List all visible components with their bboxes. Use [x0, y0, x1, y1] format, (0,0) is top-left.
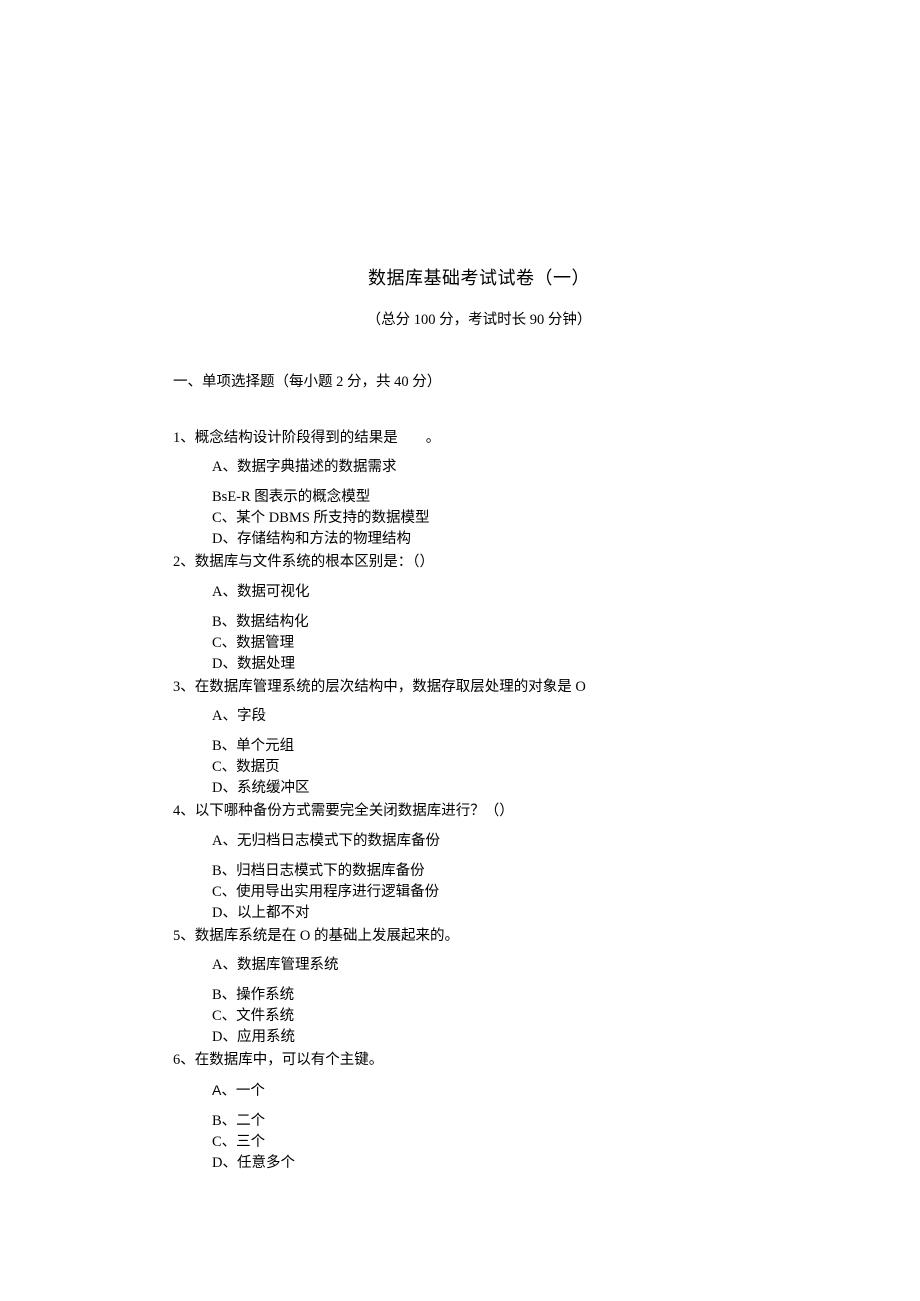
q4-option-d: D、以上都不对: [173, 903, 785, 924]
q6-a-text: 一个: [236, 1083, 265, 1099]
question-5: 5、数据库系统是在 O 的基础上发展起来的。 A、数据库管理系统 B、操作系统 …: [173, 926, 785, 1049]
question-1: 1、概念结构设计阶段得到的结果是 。 A、数据字典描述的数据需求 BsE-R 图表…: [173, 428, 785, 551]
q4-option-b: B、归档日志模式下的数据库备份: [173, 861, 785, 882]
q3-stem: 3、在数据库管理系统的层次结构中，数据存取层处理的对象是 O: [173, 677, 785, 699]
exam-subtitle: （总分 100 分，考试时长 90 分钟）: [173, 310, 785, 332]
q4-stem: 4、以下哪种备份方式需要完全关闭数据库进行？（）: [173, 801, 785, 823]
q2-option-c: C、数据管理: [173, 633, 785, 654]
q3-option-a: A、字段: [173, 706, 785, 728]
q6-option-d: D、任意多个: [173, 1153, 785, 1174]
question-2: 2、数据库与文件系统的根本区别是：（） A、数据可视化 B、数据结构化 C、数据…: [173, 552, 785, 675]
q1-stem: 1、概念结构设计阶段得到的结果是 。: [173, 428, 785, 450]
q1-stem-post: 。: [426, 430, 441, 446]
page: 数据库基础考试试卷（一） （总分 100 分，考试时长 90 分钟） 一、单项选…: [0, 0, 920, 1174]
q1-option-c: C、某个 DBMS 所支持的数据模型: [173, 508, 785, 529]
q6-stem: 6、在数据库中，可以有个主键。: [173, 1050, 785, 1072]
q2-option-b: B、数据结构化: [173, 612, 785, 633]
q1-option-a: A、数据字典描述的数据需求: [173, 457, 785, 479]
q2-stem: 2、数据库与文件系统的根本区别是：（）: [173, 552, 785, 574]
q1-option-d: D、存储结构和方法的物理结构: [173, 529, 785, 550]
exam-title: 数据库基础考试试卷（一）: [173, 265, 785, 292]
q5-option-b: B、操作系统: [173, 985, 785, 1006]
q6-a-letter: A: [212, 1082, 221, 1098]
q5-stem: 5、数据库系统是在 O 的基础上发展起来的。: [173, 926, 785, 948]
section-heading: 一、单项选择题（每小题 2 分，共 40 分）: [173, 372, 785, 394]
q4-option-c: C、使用导出实用程序进行逻辑备份: [173, 882, 785, 903]
question-3: 3、在数据库管理系统的层次结构中，数据存取层处理的对象是 O A、字段 B、单个…: [173, 677, 785, 800]
q6-option-c: C、三个: [173, 1132, 785, 1153]
q4-option-a: A、无归档日志模式下的数据库备份: [173, 831, 785, 853]
q3-option-b: B、单个元组: [173, 736, 785, 757]
q6-option-b: B、二个: [173, 1111, 785, 1132]
q3-option-d: D、系统缓冲区: [173, 778, 785, 799]
question-6: 6、在数据库中，可以有个主键。 A、一个 B、二个 C、三个 D、任意多个: [173, 1050, 785, 1174]
q6-a-sep: 、: [221, 1083, 236, 1099]
q3-option-c: C、数据页: [173, 757, 785, 778]
q1-option-b: BsE-R 图表示的概念模型: [173, 487, 785, 508]
q6-option-a: A、一个: [173, 1080, 785, 1103]
q5-option-a: A、数据库管理系统: [173, 955, 785, 977]
q2-option-a: A、数据可视化: [173, 582, 785, 604]
question-4: 4、以下哪种备份方式需要完全关闭数据库进行？（） A、无归档日志模式下的数据库备…: [173, 801, 785, 924]
q2-option-d: D、数据处理: [173, 654, 785, 675]
q5-option-c: C、文件系统: [173, 1006, 785, 1027]
q5-option-d: D、应用系统: [173, 1027, 785, 1048]
q1-stem-pre: 1、概念结构设计阶段得到的结果是: [173, 430, 398, 446]
